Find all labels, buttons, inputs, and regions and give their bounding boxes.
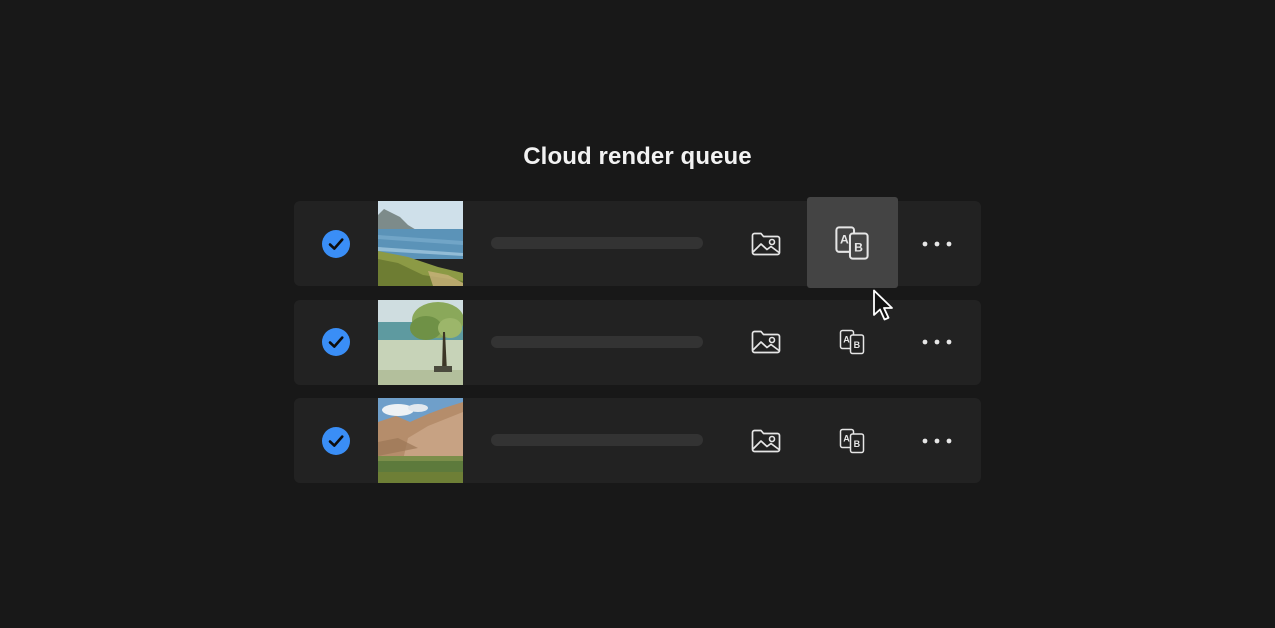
ab-compare-button[interactable]: A B [831, 321, 873, 363]
check-circle-icon[interactable] [322, 229, 350, 258]
image-folder-icon [751, 232, 781, 255]
more-options-button[interactable] [916, 223, 958, 265]
svg-text:A: A [843, 433, 850, 443]
open-image-button[interactable] [745, 223, 787, 265]
name-loading-bar [491, 434, 703, 446]
thumbnail-tree [378, 299, 463, 385]
more-icon [922, 339, 952, 345]
svg-text:B: B [853, 340, 860, 350]
queue-row[interactable]: A B [294, 398, 981, 483]
page-title: Cloud render queue [523, 143, 752, 170]
more-icon [922, 438, 952, 443]
name-loading-bar [491, 237, 703, 249]
ab-compare-icon: A B [839, 428, 864, 453]
svg-text:B: B [853, 439, 860, 449]
check-circle-icon[interactable] [322, 426, 350, 455]
check-circle-icon[interactable] [322, 328, 350, 356]
svg-text:A: A [840, 232, 849, 246]
more-options-button[interactable] [916, 420, 958, 462]
ab-compare-icon: A B [835, 225, 869, 260]
svg-text:A: A [843, 335, 850, 345]
render-queue-list: A B A B A B [294, 197, 981, 497]
svg-text:B: B [854, 240, 863, 254]
image-folder-icon [751, 330, 781, 354]
ab-compare-button[interactable]: A B [806, 197, 898, 288]
more-options-button[interactable] [916, 321, 958, 363]
thumbnail-coastline [378, 201, 463, 286]
image-folder-icon [751, 429, 781, 452]
ab-compare-icon: A B [839, 329, 864, 355]
name-loading-bar [491, 335, 703, 348]
more-icon [922, 241, 952, 246]
queue-row[interactable]: A B [294, 197, 981, 288]
open-image-button[interactable] [745, 420, 787, 462]
ab-compare-button[interactable]: A B [831, 420, 873, 462]
open-image-button[interactable] [745, 321, 787, 363]
arrow-cursor-icon [873, 289, 893, 321]
thumbnail-desert-hills [378, 398, 463, 483]
